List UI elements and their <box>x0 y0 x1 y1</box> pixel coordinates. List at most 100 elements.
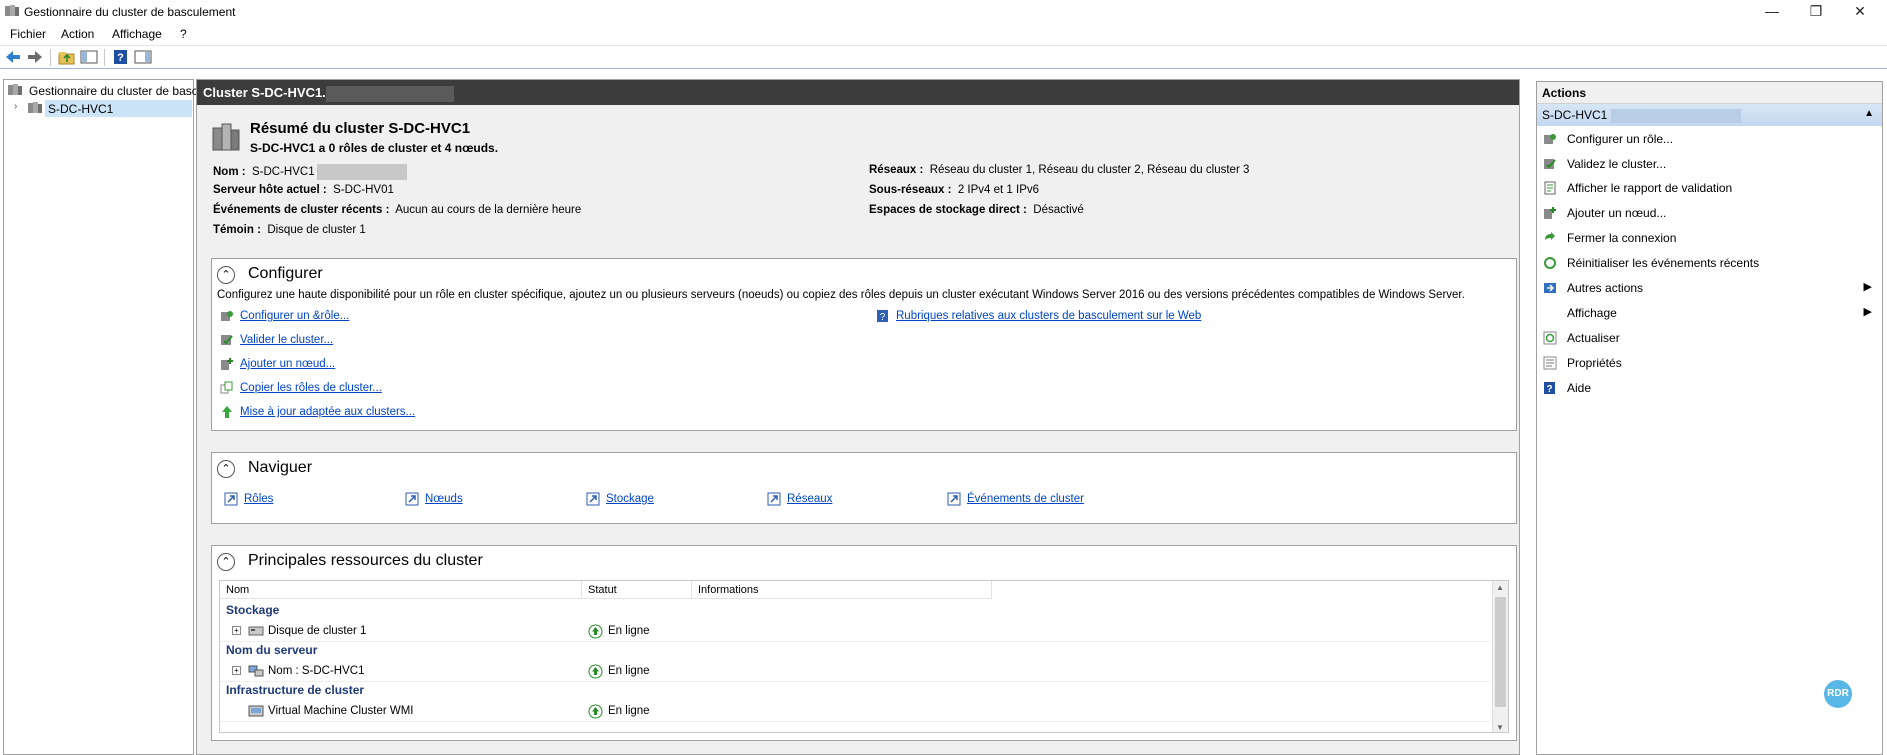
maximize-button[interactable]: ❐ <box>1794 0 1838 24</box>
close-button[interactable]: ✕ <box>1838 0 1882 24</box>
action-validation-report[interactable]: Afficher le rapport de validation <box>1537 178 1882 199</box>
collapse-context-icon[interactable]: ▲ <box>1864 108 1874 119</box>
configure-title: Configurer <box>248 265 323 282</box>
back-icon[interactable] <box>4 49 22 65</box>
action-label: Actualiser <box>1567 331 1620 345</box>
tree-item-cluster[interactable]: › S-DC-HVC1 <box>7 100 192 117</box>
vertical-scrollbar[interactable]: ▲ ▼ <box>1492 581 1508 732</box>
configure-section: ⌃ Configurer Configurez une haute dispon… <box>211 258 1517 431</box>
web-topics-link[interactable]: Rubriques relatives aux clusters de basc… <box>896 310 1201 322</box>
action-add-node[interactable]: Ajouter un nœud... <box>1537 203 1882 224</box>
add-node-link[interactable]: Ajouter un nœud... <box>240 358 335 370</box>
column-header-info[interactable]: Informations <box>692 581 992 599</box>
copy-roles-link[interactable]: Copier les rôles de cluster... <box>240 382 382 394</box>
menu-bar: Fichier Action Affichage ? <box>0 24 1887 44</box>
validate-cluster-link[interactable]: Valider le cluster... <box>240 334 333 346</box>
online-status-icon <box>588 624 603 639</box>
online-status-icon <box>588 704 603 719</box>
action-configure-role[interactable]: Configurer un rôle... <box>1537 129 1882 150</box>
scroll-down-icon[interactable]: ▼ <box>1496 723 1504 732</box>
table-row[interactable]: + Nom : S-DC-HVC1 En ligne <box>220 662 1490 682</box>
up-folder-icon[interactable] <box>58 49 76 65</box>
menu-help[interactable]: ? <box>180 27 187 41</box>
more-actions-icon <box>1544 283 1556 293</box>
action-view[interactable]: Affichage ▶ <box>1537 303 1882 324</box>
redacted-block <box>316 164 407 180</box>
shortcut-icon <box>947 492 961 506</box>
resource-name: Virtual Machine Cluster WMI <box>268 705 414 717</box>
field-name-value: S-DC-HVC1 <box>251 166 315 179</box>
action-label: Affichage <box>1567 306 1617 320</box>
collapse-navigate-icon[interactable]: ⌃ <box>217 460 235 478</box>
nav-roles-link[interactable]: Rôles <box>244 493 273 505</box>
disk-icon <box>248 626 264 636</box>
shortcut-icon <box>405 492 419 506</box>
resource-status: En ligne <box>608 705 650 717</box>
svg-text:?: ? <box>880 312 886 323</box>
show-action-pane-icon[interactable] <box>134 49 152 65</box>
menu-affichage[interactable]: Affichage <box>112 27 162 41</box>
show-hide-tree-icon[interactable] <box>80 49 98 65</box>
actions-pane: Actions S-DC-HVC1 ▲ Configurer un rôle..… <box>1536 81 1883 755</box>
collapse-resources-icon[interactable]: ⌃ <box>217 553 235 571</box>
submenu-arrow-icon: ▶ <box>1863 306 1872 318</box>
column-header-status[interactable]: Statut <box>582 581 692 599</box>
redacted-block <box>325 85 454 102</box>
scrollbar-thumb[interactable] <box>1495 597 1506 707</box>
menu-action[interactable]: Action <box>61 27 94 41</box>
close-connection-icon <box>1545 232 1555 240</box>
summary-subtitle: S-DC-HVC1 a 0 rôles de cluster et 4 nœud… <box>250 141 499 155</box>
minimize-button[interactable]: — <box>1750 0 1794 24</box>
action-reset-events[interactable]: Réinitialiser les événements récents <box>1537 253 1882 274</box>
nav-events-link[interactable]: Événements de cluster <box>967 493 1084 505</box>
rdr-badge: RDR <box>1824 680 1852 708</box>
action-label: Afficher le rapport de validation <box>1567 181 1733 195</box>
cluster-summary-icon <box>212 123 240 151</box>
cluster-aware-update-link[interactable]: Mise à jour adaptée aux clusters... <box>240 406 415 418</box>
summary-title: Résumé du cluster S-DC-HVC1 <box>250 120 471 137</box>
nav-storage-link[interactable]: Stockage <box>606 493 654 505</box>
action-label: Ajouter un nœud... <box>1567 206 1667 220</box>
expand-arrow-icon[interactable]: › <box>14 101 17 112</box>
add-node-icon <box>1544 207 1556 219</box>
expand-icon[interactable]: + <box>232 626 241 635</box>
table-row[interactable]: + Disque de cluster 1 En ligne <box>220 622 1490 642</box>
field-networks-label: Réseaux : <box>869 164 924 176</box>
action-refresh[interactable]: Actualiser <box>1537 328 1882 349</box>
scroll-up-icon[interactable]: ▲ <box>1496 583 1504 592</box>
field-host-value: S-DC-HV01 <box>333 184 394 196</box>
action-more-actions[interactable]: Autres actions ▶ <box>1537 278 1882 299</box>
field-witness-value: Disque de cluster 1 <box>267 224 366 236</box>
help-icon[interactable]: ? <box>112 49 130 65</box>
nav-networks-link[interactable]: Réseaux <box>787 493 832 505</box>
action-label: Fermer la connexion <box>1567 231 1677 245</box>
configure-role-link[interactable]: Configurer un &rôle... <box>240 310 349 322</box>
menu-fichier[interactable]: Fichier <box>10 27 46 41</box>
toolbar-separator <box>104 49 105 66</box>
resource-name: Disque de cluster 1 <box>268 625 367 637</box>
actions-title: Actions <box>1537 82 1882 104</box>
action-properties[interactable]: Propriétés <box>1537 353 1882 374</box>
redacted-block <box>1611 108 1742 123</box>
cluster-app-icon <box>5 5 19 16</box>
forward-icon[interactable] <box>26 49 44 65</box>
action-close-connection[interactable]: Fermer la connexion <box>1537 228 1882 249</box>
column-header-name[interactable]: Nom <box>220 581 582 599</box>
toolbar: ? <box>0 45 1887 69</box>
field-host: Serveur hôte actuel : S-DC-HV01 <box>213 184 394 196</box>
expand-icon[interactable]: + <box>232 666 241 675</box>
validate-cluster-icon <box>221 335 233 345</box>
cluster-manager-icon <box>8 84 22 95</box>
shortcut-icon <box>767 492 781 506</box>
window-title: Gestionnaire du cluster de basculement <box>24 5 236 19</box>
action-validate[interactable]: Validez le cluster... <box>1537 154 1882 175</box>
action-help[interactable]: ? Aide <box>1537 378 1882 399</box>
table-row[interactable]: Virtual Machine Cluster WMI En ligne <box>220 702 1490 722</box>
toolbar-separator <box>50 49 51 66</box>
actions-context-header[interactable]: S-DC-HVC1 ▲ <box>1537 104 1882 126</box>
resources-title: Principales ressources du cluster <box>248 552 483 569</box>
collapse-configure-icon[interactable]: ⌃ <box>217 266 235 284</box>
nav-nodes-link[interactable]: Nœuds <box>425 493 463 505</box>
wmi-icon <box>248 705 264 717</box>
validate-icon <box>1544 159 1556 169</box>
